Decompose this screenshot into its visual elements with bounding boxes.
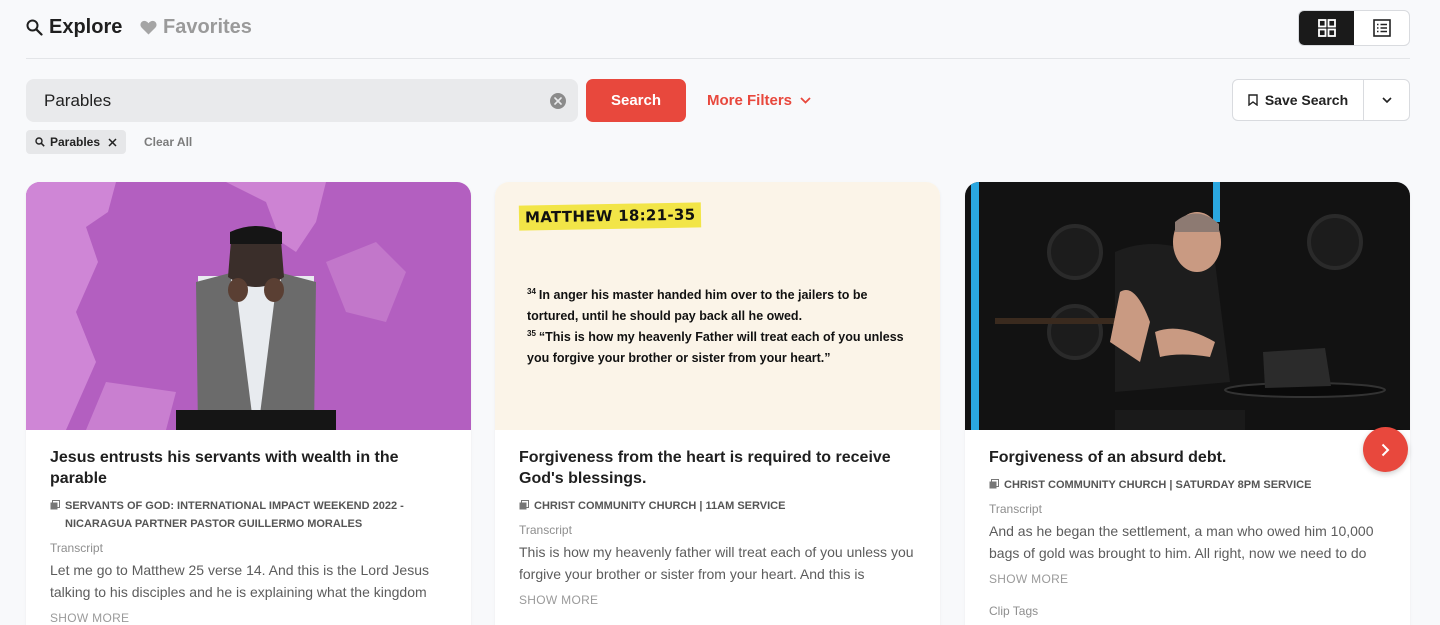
card-title[interactable]: Forgiveness from the heart is required t… [519, 447, 916, 489]
result-card[interactable]: MATTHEW 18:21-35 34 In anger his master h… [495, 182, 940, 625]
card-source-label: CHRIST COMMUNITY CHURCH | SATURDAY 8PM S… [1004, 479, 1312, 491]
scripture-reference-highlight: MATTHEW 18:21-35 [518, 202, 702, 231]
card-source-label: SERVANTS OF GOD: INTERNATIONAL IMPACT WE… [65, 500, 404, 530]
save-search-group: Save Search [1232, 79, 1410, 121]
save-search-button[interactable]: Save Search [1233, 80, 1364, 120]
card-source: CHRIST COMMUNITY CHURCH | 11AM SERVICE [519, 497, 916, 515]
top-nav: Explore Favorites [26, 0, 1410, 59]
chevron-right-icon [1381, 443, 1390, 456]
tab-explore[interactable]: Explore [26, 16, 122, 39]
transcript-text: This is how my heavenly father will trea… [519, 544, 914, 582]
transcript-text: Let me go to Matthew 25 verse 14. And th… [50, 562, 429, 600]
card-source: CHRIST COMMUNITY CHURCH | SATURDAY 8PM S… [989, 476, 1386, 494]
collection-icon [50, 500, 60, 510]
heart-icon [140, 20, 157, 35]
verse-35: 35 “This is how my heavenly Father will t… [527, 323, 907, 369]
search-box [26, 79, 578, 122]
result-card[interactable]: Jesus entrusts his servants with wealth … [26, 182, 471, 625]
save-search-dropdown[interactable] [1364, 80, 1409, 120]
grid-view-button[interactable] [1299, 11, 1354, 45]
filter-chip-label: Parables [50, 135, 101, 149]
carousel-next-button[interactable] [1363, 427, 1408, 472]
tab-favorites-label: Favorites [163, 16, 252, 38]
chevron-down-icon [800, 97, 811, 104]
verse-text: In anger his master handed him over to t… [527, 288, 868, 324]
card-source: SERVANTS OF GOD: INTERNATIONAL IMPACT WE… [50, 497, 447, 533]
show-more-link[interactable]: SHOW MORE [989, 572, 1386, 586]
video-thumbnail[interactable] [965, 182, 1410, 430]
view-toggle [1298, 10, 1410, 46]
verse-number: 34 [527, 287, 536, 296]
close-icon[interactable] [108, 137, 117, 147]
chevron-down-icon [1381, 97, 1392, 103]
transcript-label: Transcript [989, 502, 1042, 516]
verse-number: 35 [527, 329, 536, 338]
transcript-label: Transcript [50, 541, 103, 555]
filter-chip: Parables [26, 130, 127, 154]
search-input[interactable] [26, 79, 578, 122]
tab-favorites[interactable]: Favorites [140, 16, 252, 39]
clear-search-icon[interactable] [550, 93, 566, 109]
collection-icon [519, 500, 529, 510]
search-icon [35, 137, 45, 147]
tab-explore-label: Explore [49, 16, 123, 38]
transcript-label: Transcript [519, 523, 572, 537]
card-title[interactable]: Forgiveness of an absurd debt. [989, 447, 1386, 468]
more-filters-label: More Filters [707, 92, 793, 109]
show-more-link[interactable]: SHOW MORE [519, 593, 916, 607]
result-card[interactable]: Forgiveness of an absurd debt. CHRIST CO… [965, 182, 1410, 625]
show-more-link[interactable]: SHOW MORE [50, 611, 447, 625]
search-icon [26, 19, 43, 36]
verse-34: 34 In anger his master handed him over to… [527, 281, 907, 327]
scripture-reference: MATTHEW 18:21-35 [524, 205, 696, 227]
collection-icon [989, 479, 999, 489]
list-icon [1372, 19, 1391, 37]
clear-all-button[interactable]: Clear All [144, 135, 192, 149]
clip-tags-label: Clip Tags [989, 604, 1039, 618]
list-view-button[interactable] [1354, 11, 1409, 45]
bookmark-icon [1248, 94, 1258, 106]
more-filters-button[interactable]: More Filters [707, 92, 811, 109]
transcript-text: And as he began the settlement, a man wh… [989, 523, 1374, 561]
save-search-label: Save Search [1264, 92, 1349, 108]
card-title[interactable]: Jesus entrusts his servants with wealth … [50, 447, 447, 489]
grid-icon [1317, 19, 1336, 37]
search-button[interactable]: Search [586, 79, 686, 122]
verse-text: “This is how my heavenly Father will tre… [527, 330, 904, 366]
card-source-label: CHRIST COMMUNITY CHURCH | 11AM SERVICE [534, 500, 786, 512]
scripture-thumbnail[interactable]: MATTHEW 18:21-35 34 In anger his master h… [495, 182, 940, 430]
video-thumbnail[interactable] [26, 182, 471, 430]
